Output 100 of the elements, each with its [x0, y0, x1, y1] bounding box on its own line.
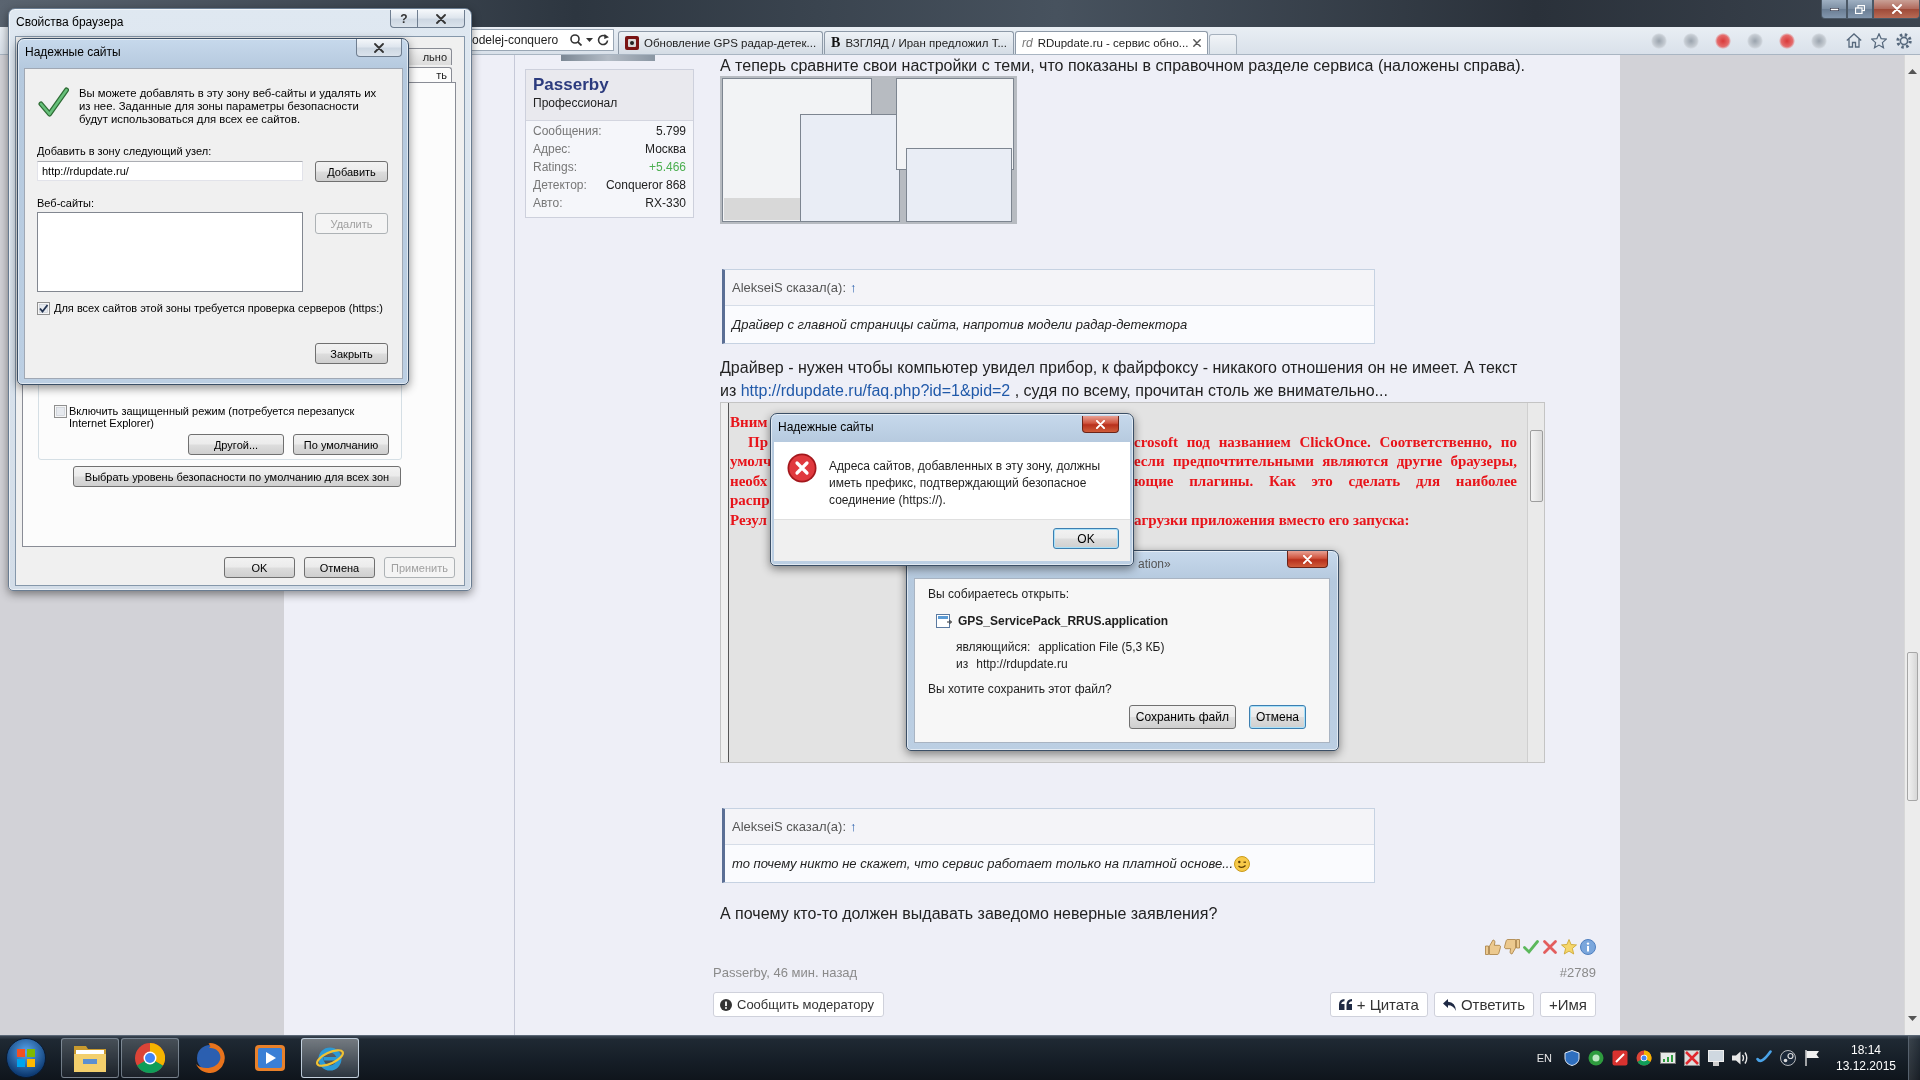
dialog-button[interactable]: Отмена — [1248, 705, 1306, 729]
clock-date[interactable]: 13.12.2015 — [1835, 1058, 1897, 1074]
language-indicator[interactable]: EN — [1536, 1052, 1552, 1064]
close-dialog-button[interactable]: Закрыть — [315, 343, 388, 364]
browser-tab[interactable]: rd RDupdate.ru - сервис обно... — [1015, 31, 1209, 54]
dialog-button[interactable]: Другой... — [188, 434, 284, 455]
dropdown-caret-icon[interactable] — [586, 38, 593, 42]
checkbox[interactable] — [54, 405, 67, 418]
close-icon — [436, 13, 446, 24]
close-button[interactable] — [1082, 416, 1119, 433]
favicon-letter: В — [831, 35, 841, 51]
report-button[interactable]: Сообщить модератору — [713, 992, 885, 1017]
warning-text: агрузки приложения вместо его запуска: — [1134, 511, 1410, 530]
close-button[interactable] — [1287, 551, 1328, 568]
taskbar-button[interactable] — [121, 1038, 179, 1078]
globe-icon — [195, 1043, 225, 1073]
scrollbar-thumb[interactable] — [1530, 430, 1543, 502]
minimize-icon — [1829, 7, 1839, 11]
dialog-button[interactable]: По умолчанию — [293, 434, 389, 455]
up-arrow-icon[interactable] — [1908, 69, 1917, 74]
dialog-tab[interactable]: льно — [409, 48, 452, 65]
post-action-button[interactable]: Ответить — [1433, 992, 1534, 1017]
speaker-icon[interactable] — [1732, 1050, 1748, 1066]
user-rank: Профессионал — [533, 96, 619, 110]
jump-link[interactable]: ↑ — [850, 819, 857, 834]
star-medal-icon[interactable] — [1561, 939, 1577, 955]
checkmark-icon[interactable] — [1523, 939, 1539, 955]
checkbox-label[interactable]: Для всех сайтов этой зоны требуется проверка серверов (https:) — [54, 302, 383, 315]
show-desktop-button[interactable] — [1908, 1036, 1920, 1080]
info-icon[interactable] — [1580, 939, 1596, 955]
blurred-circle-icon — [1651, 32, 1667, 49]
blurred-circle-icon — [1811, 32, 1827, 49]
search-icon[interactable] — [570, 34, 582, 46]
gear-icon[interactable] — [1896, 32, 1912, 49]
crossed-icon[interactable] — [1684, 1050, 1700, 1066]
monitor-icon[interactable] — [1708, 1050, 1724, 1066]
address-field[interactable]: odelej-conquero — [472, 29, 614, 51]
scrollbar[interactable] — [1527, 403, 1544, 762]
stat-value: 5.799 — [655, 123, 686, 140]
browser-tab[interactable]: В ВЗГЛЯД / Иран предложил Т... — [824, 31, 1014, 54]
pen-tile-icon[interactable] — [1612, 1050, 1628, 1066]
dialog-title: ation» — [1138, 556, 1171, 573]
dialog-tab[interactable]: ть — [409, 67, 452, 83]
error-icon — [787, 453, 817, 483]
close-button[interactable] — [356, 39, 402, 57]
minimize-button[interactable] — [1821, 0, 1847, 19]
round-badge-icon[interactable] — [1588, 1050, 1604, 1066]
color-wheel-icon[interactable] — [1636, 1050, 1652, 1066]
detail-value: http://rdupdate.ru — [976, 656, 1068, 673]
vertical-scrollbar[interactable] — [1904, 55, 1920, 1035]
warning-text: crosoft под названием ClickOnce. Соответственно, по — [1134, 433, 1517, 452]
knob-icon[interactable] — [1780, 1050, 1796, 1066]
close-button[interactable] — [1873, 0, 1920, 19]
signal-bars-icon[interactable] — [1660, 1050, 1676, 1066]
dialog-title: Надежные сайты — [25, 44, 121, 61]
scrollbar-thumb[interactable] — [1907, 652, 1918, 801]
cross-icon[interactable] — [1542, 939, 1558, 955]
taskbar-button[interactable] — [301, 1038, 359, 1078]
down-arrow-icon[interactable] — [1908, 1016, 1917, 1021]
stat-value: Conqueror 868 — [605, 177, 686, 194]
start-orb-icon[interactable] — [6, 1038, 46, 1078]
dialog-button[interactable]: Сохранить файл — [1128, 705, 1236, 729]
quote-text: Драйвер с главной страницы сайта, напротив модели радар-детектора — [732, 317, 1188, 332]
dialog-button[interactable]: Отмена — [304, 557, 375, 578]
post-action-button[interactable]: +Имя — [1540, 992, 1596, 1017]
screenshot-thumbnail-drawing[interactable] — [720, 76, 1017, 224]
thumbs-down-icon[interactable] — [1504, 939, 1520, 955]
blurred-circle-icon — [1747, 32, 1763, 49]
checkbox[interactable] — [37, 302, 50, 315]
dialog-button[interactable]: OK — [224, 557, 295, 578]
ok-button[interactable]: OK — [1053, 528, 1119, 549]
flag-icon[interactable] — [1804, 1050, 1820, 1066]
checkbox-label[interactable]: Включить защищенный режим (потребуется перезапуск Internet Explorer) — [69, 405, 364, 429]
maximize-button[interactable] — [1847, 0, 1873, 19]
post-action-button[interactable]: + Цитата — [1329, 992, 1428, 1017]
close-icon — [1096, 419, 1105, 429]
add-button[interactable]: Добавить — [315, 161, 388, 182]
checkmark-icon — [38, 87, 69, 117]
star-icon[interactable] — [1871, 32, 1887, 49]
dialog-button[interactable]: Выбрать уровень безопасности по умолчанию для всех зон — [73, 466, 401, 487]
stat-value: RX-330 — [645, 195, 686, 212]
taskbar-button[interactable] — [61, 1038, 119, 1078]
close-button[interactable] — [417, 10, 465, 28]
close-icon[interactable] — [1193, 39, 1202, 47]
user-name[interactable]: Passerby — [533, 75, 693, 95]
home-icon[interactable] — [1846, 33, 1862, 48]
input-field[interactable]: http://rdupdate.ru/ — [37, 161, 303, 181]
refresh-icon[interactable] — [597, 34, 609, 46]
sites-list-box[interactable] — [37, 212, 303, 292]
quote-text: то почему никто не скажет, что сервис работает только на платной основе... — [732, 856, 1233, 871]
shield-icon[interactable] — [1564, 1050, 1580, 1066]
thumbs-up-icon[interactable] — [1485, 939, 1501, 955]
help-button[interactable]: ? — [390, 10, 417, 28]
detail-value: application File (5,3 КБ) — [1038, 639, 1165, 656]
clock-time[interactable]: 18:14 — [1851, 1042, 1881, 1058]
link[interactable]: http://rdupdate.ru/faq.php?id=1&pid=2 — [740, 382, 1011, 399]
warning-text: Резул — [730, 511, 767, 530]
browser-tab[interactable]: Обновление GPS радар-детек... — [618, 31, 824, 54]
stat-label: Адрес: — [533, 141, 571, 158]
jump-link[interactable]: ↑ — [850, 280, 857, 295]
